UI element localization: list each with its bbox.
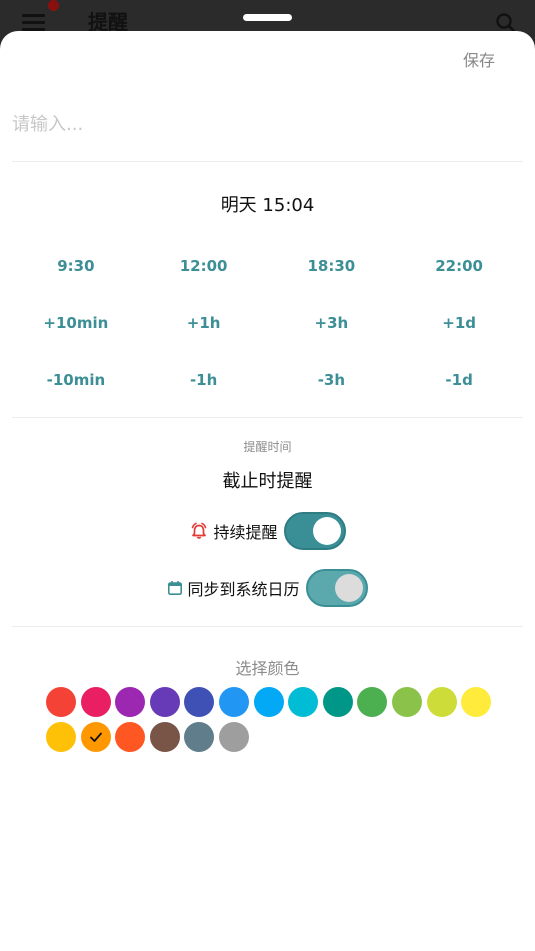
sheet-drag-handle[interactable] <box>243 14 292 21</box>
color-swatch[interactable] <box>115 721 146 752</box>
persistent-reminder-switch[interactable] <box>283 512 346 550</box>
switch-knob <box>334 574 363 602</box>
preset-time-button[interactable]: 18:30 <box>268 251 396 308</box>
preset-add-button[interactable]: +1d <box>395 308 523 365</box>
preset-row-subtract: -10min -1h -3h -1d <box>12 365 523 422</box>
color-swatch[interactable] <box>80 721 111 752</box>
color-swatch[interactable] <box>461 687 492 717</box>
preset-row-add: +10min +1h +3h +1d <box>12 308 523 365</box>
preset-subtract-button[interactable]: -3h <box>268 365 396 422</box>
color-swatch[interactable] <box>322 687 353 717</box>
color-swatch[interactable] <box>115 687 146 717</box>
notification-dot <box>48 0 59 11</box>
calendar-sync-switch[interactable] <box>305 569 368 607</box>
preset-time-button[interactable]: 9:30 <box>12 251 140 308</box>
check-icon <box>89 732 102 742</box>
color-swatch[interactable] <box>218 721 249 752</box>
color-swatch[interactable] <box>426 687 457 717</box>
selected-datetime[interactable]: 明天 15:04 <box>0 191 535 217</box>
divider <box>12 417 523 418</box>
color-swatch-list <box>46 687 496 756</box>
reminder-bottom-sheet: 保存 明天 15:04 9:30 12:00 18:30 22:00 +10mi… <box>0 31 535 951</box>
persistent-reminder-label: 持续提醒 <box>213 523 278 542</box>
calendar-icon <box>167 580 183 596</box>
preset-time-button[interactable]: 12:00 <box>140 251 268 308</box>
preset-add-button[interactable]: +10min <box>12 308 140 365</box>
reminder-text-input[interactable] <box>12 107 522 141</box>
color-swatch[interactable] <box>218 687 249 717</box>
divider <box>12 626 523 627</box>
deadline-reminder-option[interactable]: 截止时提醒 <box>0 467 535 493</box>
color-swatch[interactable] <box>391 687 422 717</box>
color-swatch[interactable] <box>149 721 180 752</box>
save-button[interactable]: 保存 <box>463 47 495 71</box>
persistent-reminder-row: 持续提醒 <box>0 512 535 550</box>
switch-knob <box>312 517 341 545</box>
calendar-sync-row: 同步到系统日历 <box>0 569 535 607</box>
color-swatch[interactable] <box>184 687 215 717</box>
color-swatch[interactable] <box>46 721 76 752</box>
menu-icon[interactable] <box>22 14 45 31</box>
color-swatch[interactable] <box>149 687 180 717</box>
divider <box>12 161 523 162</box>
calendar-sync-label: 同步到系统日历 <box>187 580 300 599</box>
reminder-time-caption: 提醒时间 <box>243 440 292 454</box>
preset-subtract-button[interactable]: -1h <box>140 365 268 422</box>
color-swatch[interactable] <box>184 721 215 752</box>
color-swatch[interactable] <box>253 687 284 717</box>
alarm-bell-icon <box>189 521 209 541</box>
color-swatch[interactable] <box>80 687 111 717</box>
time-preset-grid: 9:30 12:00 18:30 22:00 +10min +1h +3h +1… <box>12 251 523 422</box>
preset-add-button[interactable]: +1h <box>140 308 268 365</box>
preset-subtract-button[interactable]: -1d <box>395 365 523 422</box>
color-swatch[interactable] <box>46 687 76 717</box>
preset-row-fixed-times: 9:30 12:00 18:30 22:00 <box>12 251 523 308</box>
color-picker-title: 选择颜色 <box>235 659 300 678</box>
preset-time-button[interactable]: 22:00 <box>395 251 523 308</box>
color-swatch[interactable] <box>288 687 319 717</box>
preset-add-button[interactable]: +3h <box>268 308 396 365</box>
preset-subtract-button[interactable]: -10min <box>12 365 140 422</box>
color-swatch[interactable] <box>357 687 388 717</box>
